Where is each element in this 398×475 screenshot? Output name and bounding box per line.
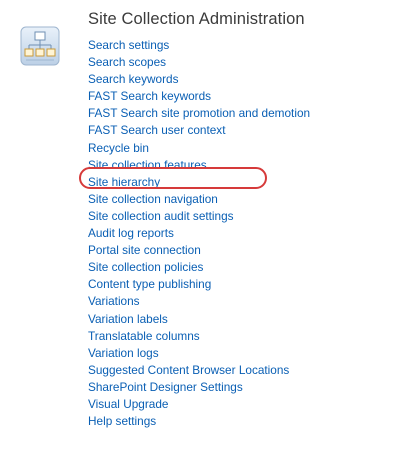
list-item: Audit log reports bbox=[88, 224, 310, 241]
list-item: Content type publishing bbox=[88, 275, 310, 292]
content-type-publishing-link[interactable]: Content type publishing bbox=[88, 277, 211, 291]
site-collection-policies-link[interactable]: Site collection policies bbox=[88, 260, 203, 274]
site-collection-navigation-link[interactable]: Site collection navigation bbox=[88, 192, 218, 206]
list-item: Help settings bbox=[88, 412, 310, 429]
site-collection-administration-section: Site Collection Administration Search se… bbox=[0, 0, 398, 475]
visual-upgrade-link[interactable]: Visual Upgrade bbox=[88, 397, 168, 411]
suggested-content-browser-locations-link[interactable]: Suggested Content Browser Locations bbox=[88, 363, 289, 377]
list-item: Recycle bin bbox=[88, 139, 310, 156]
search-scopes-link[interactable]: Search scopes bbox=[88, 55, 166, 69]
help-settings-link[interactable]: Help settings bbox=[88, 414, 156, 428]
translatable-columns-link[interactable]: Translatable columns bbox=[88, 329, 200, 343]
list-item: Search keywords bbox=[88, 70, 310, 87]
list-item: Site collection policies bbox=[88, 258, 310, 275]
variation-logs-link[interactable]: Variation logs bbox=[88, 346, 159, 360]
sharepoint-designer-settings-link[interactable]: SharePoint Designer Settings bbox=[88, 380, 243, 394]
recycle-bin-link[interactable]: Recycle bin bbox=[88, 141, 149, 155]
list-item: Search scopes bbox=[88, 53, 310, 70]
list-item: Variation labels bbox=[88, 310, 310, 327]
fast-search-keywords-link[interactable]: FAST Search keywords bbox=[88, 89, 211, 103]
fast-search-user-context-link[interactable]: FAST Search user context bbox=[88, 123, 225, 137]
fast-search-promotion-link[interactable]: FAST Search site promotion and demotion bbox=[88, 106, 310, 120]
audit-log-reports-link[interactable]: Audit log reports bbox=[88, 226, 174, 240]
list-item: FAST Search site promotion and demotion bbox=[88, 104, 310, 121]
list-item: Portal site connection bbox=[88, 241, 310, 258]
site-collection-features-link[interactable]: Site collection features bbox=[88, 158, 207, 172]
section-title: Site Collection Administration bbox=[88, 10, 305, 28]
list-item: Visual Upgrade bbox=[88, 395, 310, 412]
list-item: Site collection audit settings bbox=[88, 207, 310, 224]
site-hierarchy-link[interactable]: Site hierarchy bbox=[88, 175, 160, 189]
variation-labels-link[interactable]: Variation labels bbox=[88, 312, 168, 326]
list-item: Search settings bbox=[88, 36, 310, 53]
variations-link[interactable]: Variations bbox=[88, 294, 140, 308]
list-item: Site hierarchy bbox=[88, 173, 310, 190]
search-settings-link[interactable]: Search settings bbox=[88, 38, 169, 52]
list-item: FAST Search user context bbox=[88, 121, 310, 138]
list-item: Translatable columns bbox=[88, 327, 310, 344]
list-item: FAST Search keywords bbox=[88, 87, 310, 104]
list-item: Variations bbox=[88, 292, 310, 309]
admin-link-list: Search settings Search scopes Search key… bbox=[88, 36, 310, 429]
list-item: SharePoint Designer Settings bbox=[88, 378, 310, 395]
list-item: Suggested Content Browser Locations bbox=[88, 361, 310, 378]
list-item: Site collection navigation bbox=[88, 190, 310, 207]
search-keywords-link[interactable]: Search keywords bbox=[88, 72, 178, 86]
site-hierarchy-icon bbox=[20, 26, 60, 66]
list-item: Variation logs bbox=[88, 344, 310, 361]
audit-settings-link[interactable]: Site collection audit settings bbox=[88, 209, 234, 223]
portal-site-connection-link[interactable]: Portal site connection bbox=[88, 243, 201, 257]
list-item: Site collection features bbox=[88, 156, 310, 173]
